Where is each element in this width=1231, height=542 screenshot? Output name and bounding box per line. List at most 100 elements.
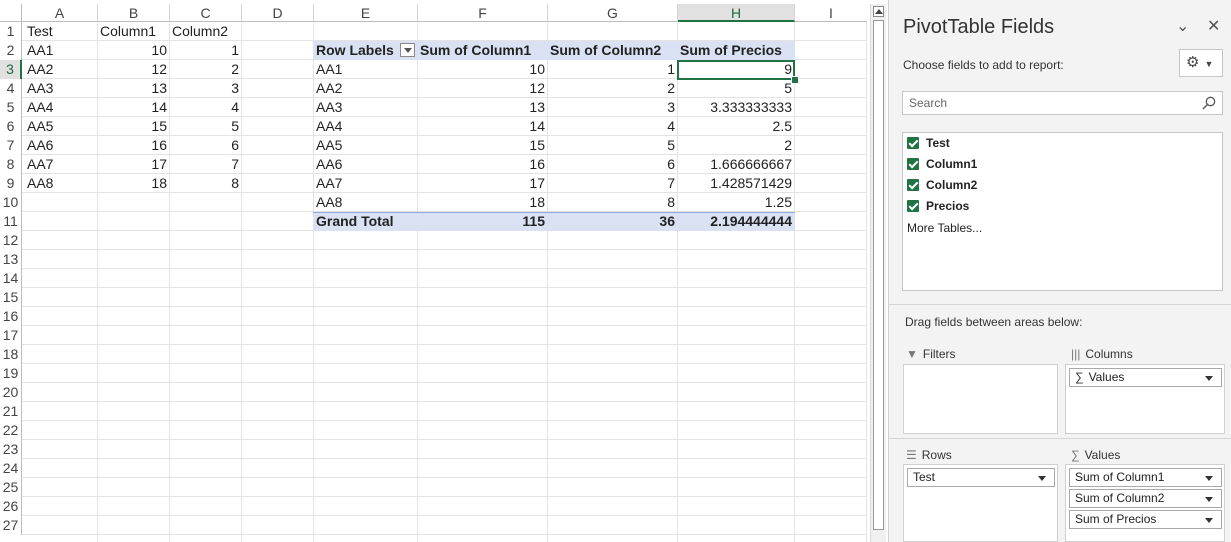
pivot-sum-column2[interactable]: 7 (547, 174, 678, 193)
pivot-sum-column2[interactable]: 6 (547, 155, 678, 174)
checkbox-checked-icon[interactable] (907, 136, 919, 149)
settings-button[interactable]: ⚙ ▼ (1179, 49, 1223, 77)
row-header-13[interactable]: 13 (0, 250, 22, 269)
cell-a[interactable]: Test (24, 22, 98, 41)
column-header-h[interactable]: H (678, 4, 795, 22)
filters-drop-area[interactable] (903, 364, 1058, 434)
field-item-test[interactable]: Test (907, 134, 950, 152)
cell-c[interactable]: 1 (169, 41, 242, 60)
column-header-a[interactable]: A (22, 4, 98, 22)
row-header-24[interactable]: 24 (0, 459, 22, 478)
field-item-column1[interactable]: Column1 (907, 155, 977, 173)
pivot-row-label[interactable]: AA6 (313, 155, 417, 174)
column-header-i[interactable]: I (795, 4, 867, 22)
cell-c[interactable]: 2 (169, 60, 242, 79)
column-header-e[interactable]: E (314, 4, 418, 22)
select-all-corner[interactable] (0, 4, 22, 22)
pivot-sum-column2[interactable]: 2 (547, 79, 678, 98)
grand-total-col2[interactable]: 36 (547, 212, 678, 231)
row-header-3[interactable]: 3 (0, 60, 22, 79)
column-header-f[interactable]: F (418, 4, 548, 22)
checkbox-checked-icon[interactable] (907, 199, 919, 212)
cell-a[interactable]: AA2 (24, 60, 98, 79)
row-header-5[interactable]: 5 (0, 98, 22, 117)
rows-test-chip[interactable]: Test (907, 468, 1055, 487)
pivot-sum-precios[interactable]: 1.25 (677, 193, 795, 212)
pivot-row-label[interactable]: AA7 (313, 174, 417, 193)
column-header-g[interactable]: G (548, 4, 678, 22)
row-labels-filter-dropdown-icon[interactable] (400, 43, 415, 57)
grand-total-precios[interactable]: 2.194444444 (677, 212, 795, 231)
pivot-sum-column1[interactable]: 16 (417, 155, 548, 174)
cell-b[interactable]: 15 (97, 117, 170, 136)
pivot-sum-column1[interactable]: 13 (417, 98, 548, 117)
cell-c[interactable]: 5 (169, 117, 242, 136)
cell-a[interactable]: AA3 (24, 79, 98, 98)
pivot-sum-column2[interactable]: 1 (547, 60, 678, 79)
pivot-sum-column1[interactable]: 17 (417, 174, 548, 193)
cell-b[interactable]: Column1 (97, 22, 170, 41)
checkbox-checked-icon[interactable] (907, 157, 919, 170)
row-header-26[interactable]: 26 (0, 497, 22, 516)
scroll-thumb[interactable] (873, 20, 884, 530)
cell-c[interactable]: 3 (169, 79, 242, 98)
row-header-27[interactable]: 27 (0, 516, 22, 535)
pivot-sum-precios[interactable]: 2.5 (677, 117, 795, 136)
row-header-25[interactable]: 25 (0, 478, 22, 497)
row-header-7[interactable]: 7 (0, 136, 22, 155)
cell-c[interactable]: 7 (169, 155, 242, 174)
row-header-16[interactable]: 16 (0, 307, 22, 326)
pivot-sum-precios[interactable]: 5 (677, 79, 795, 98)
cell-a[interactable]: AA4 (24, 98, 98, 117)
row-header-23[interactable]: 23 (0, 440, 22, 459)
cell-b[interactable]: 17 (97, 155, 170, 174)
pivot-sum-column2[interactable]: 5 (547, 136, 678, 155)
cell-b[interactable]: 18 (97, 174, 170, 193)
pivot-header-sum-column1[interactable]: Sum of Column1 (417, 41, 547, 60)
row-header-21[interactable]: 21 (0, 402, 22, 421)
pivot-row-label[interactable]: AA8 (313, 193, 417, 212)
chevron-down-icon[interactable]: ⌄ (1176, 16, 1189, 36)
row-header-22[interactable]: 22 (0, 421, 22, 440)
cell-c[interactable]: Column2 (169, 22, 242, 41)
pivot-sum-column1[interactable]: 12 (417, 79, 548, 98)
row-header-2[interactable]: 2 (0, 41, 22, 60)
cell-a[interactable]: AA6 (24, 136, 98, 155)
pivot-sum-precios[interactable]: 2 (677, 136, 795, 155)
search-field[interactable]: Search (902, 91, 1223, 115)
pivot-sum-column2[interactable]: 3 (547, 98, 678, 117)
columns-values-chip[interactable]: ∑ Values (1069, 368, 1222, 387)
row-header-4[interactable]: 4 (0, 79, 22, 98)
more-tables-link[interactable]: More Tables... (907, 221, 982, 235)
row-header-6[interactable]: 6 (0, 117, 22, 136)
row-header-19[interactable]: 19 (0, 364, 22, 383)
vertical-scrollbar[interactable] (870, 4, 886, 542)
cell-b[interactable]: 10 (97, 41, 170, 60)
row-header-9[interactable]: 9 (0, 174, 22, 193)
checkbox-checked-icon[interactable] (907, 178, 919, 191)
cell-a[interactable]: AA1 (24, 41, 98, 60)
cell-a[interactable]: AA5 (24, 117, 98, 136)
values-sum-column1-chip[interactable]: Sum of Column1 (1069, 468, 1222, 487)
row-header-1[interactable]: 1 (0, 22, 22, 41)
cell-b[interactable]: 13 (97, 79, 170, 98)
pivot-sum-column1[interactable]: 15 (417, 136, 548, 155)
spreadsheet-grid[interactable]: A B C D E F G H I 1 2 3 4 5 6 7 8 9 10 11 12 13 14 15 1… (0, 0, 870, 542)
pivot-row-label[interactable]: AA4 (313, 117, 417, 136)
pivot-sum-column1[interactable]: 10 (417, 60, 548, 79)
cell-a[interactable]: AA7 (24, 155, 98, 174)
pivot-sum-column1[interactable]: 14 (417, 117, 548, 136)
row-header-10[interactable]: 10 (0, 193, 22, 212)
pivot-sum-precios[interactable]: 1.428571429 (677, 174, 795, 193)
pivot-row-label[interactable]: AA3 (313, 98, 417, 117)
cell-b[interactable]: 14 (97, 98, 170, 117)
row-header-15[interactable]: 15 (0, 288, 22, 307)
row-header-20[interactable]: 20 (0, 383, 22, 402)
field-item-column2[interactable]: Column2 (907, 176, 977, 194)
pivot-header-sum-precios[interactable]: Sum of Precios (677, 41, 795, 60)
column-header-d[interactable]: D (242, 4, 314, 22)
row-header-12[interactable]: 12 (0, 231, 22, 250)
pivot-header-sum-column2[interactable]: Sum of Column2 (547, 41, 677, 60)
column-header-c[interactable]: C (170, 4, 242, 22)
row-header-17[interactable]: 17 (0, 326, 22, 345)
